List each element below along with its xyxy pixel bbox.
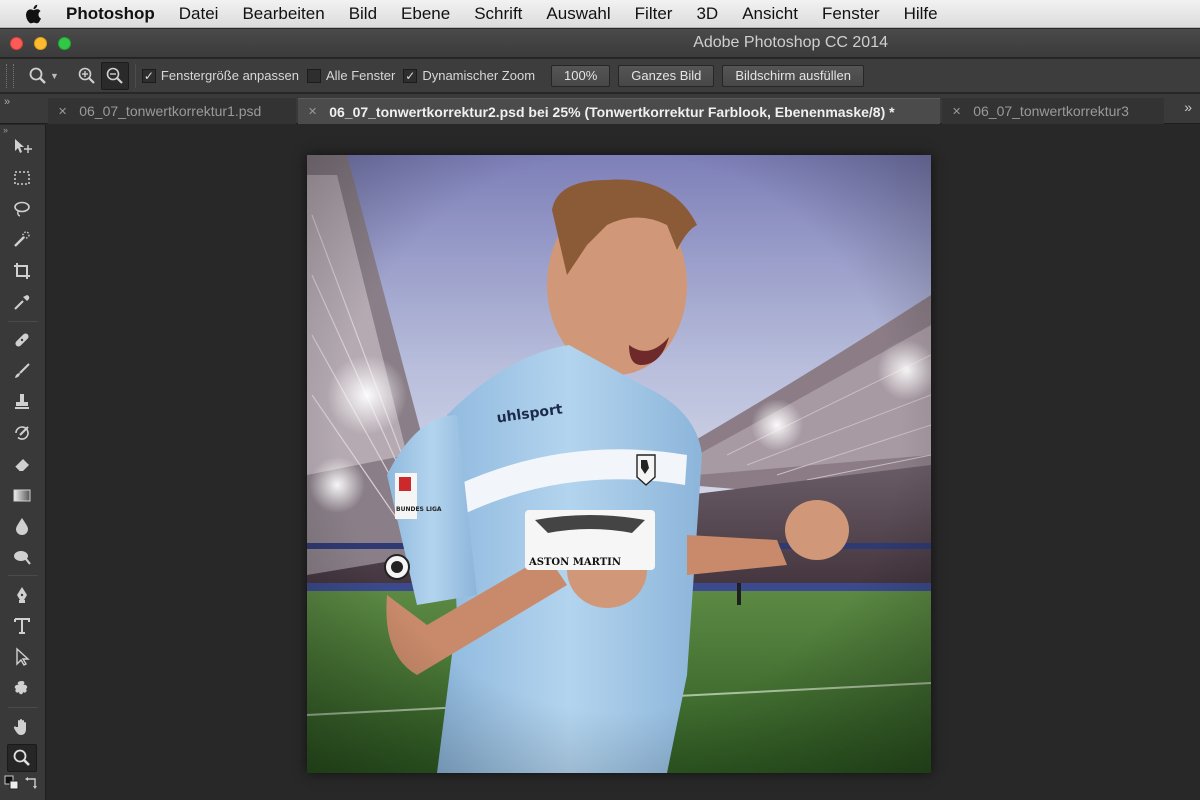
crop-tool-icon[interactable]	[7, 257, 37, 285]
tab-close-icon[interactable]: ✕	[58, 105, 67, 118]
pen-tool-icon[interactable]	[7, 581, 37, 609]
move-tool-icon[interactable]	[7, 133, 37, 161]
all-windows-label: Alle Fenster	[325, 68, 396, 83]
swap-colors-icon[interactable]	[22, 773, 42, 793]
tool-preset-chevron-down-icon[interactable]: ▼	[50, 71, 59, 81]
tool-options-bar: ▼ ✓ Fenstergröße anpassen Alle Fenster ✓…	[0, 59, 1200, 93]
panel-collapse-icon[interactable]: »	[4, 96, 10, 108]
menu-datei[interactable]: Datei	[179, 4, 219, 24]
tools-separator	[8, 575, 38, 576]
menu-bearbeiten[interactable]: Bearbeiten	[242, 4, 324, 24]
rectangular-marquee-tool-icon[interactable]	[7, 164, 37, 192]
document-canvas[interactable]: uhlsport ASTON MARTIN BUNDES LIGA	[307, 155, 931, 773]
lasso-tool-icon[interactable]	[7, 195, 37, 223]
window-zoom-button[interactable]	[58, 37, 71, 50]
all-windows-checkbox[interactable]: Alle Fenster	[306, 68, 396, 83]
default-colors-icon[interactable]	[2, 773, 22, 793]
options-bar-grip[interactable]	[6, 63, 14, 88]
spot-healing-brush-tool-icon[interactable]	[7, 326, 37, 354]
stadium-photo: uhlsport ASTON MARTIN BUNDES LIGA	[307, 155, 931, 773]
tab-close-icon[interactable]: ✕	[952, 105, 961, 118]
tools-separator	[8, 707, 38, 708]
gradient-tool-icon[interactable]	[7, 481, 37, 509]
hand-tool-icon[interactable]	[7, 713, 37, 741]
menu-auswahl[interactable]: Auswahl	[546, 4, 610, 24]
tabs-overflow-icon[interactable]: »	[1184, 99, 1192, 115]
zoom-tool-icon[interactable]	[7, 744, 37, 772]
scrubby-zoom-checkbox[interactable]: ✓ Dynamischer Zoom	[403, 68, 535, 83]
custom-shape-tool-icon[interactable]	[7, 674, 37, 702]
menu-filter[interactable]: Filter	[635, 4, 673, 24]
zoom-100-button[interactable]: 100%	[551, 64, 611, 87]
tab-label: 06_07_tonwertkorrektur1.psd	[79, 103, 262, 119]
window-minimize-button[interactable]	[34, 37, 47, 50]
dodge-tool-icon[interactable]	[7, 543, 37, 571]
sleeve-badge-text: BUNDES LIGA	[396, 506, 442, 513]
window-titlebar: Adobe Photoshop CC 2014	[0, 29, 1200, 58]
tab-document-1[interactable]: ✕ 06_07_tonwertkorrektur1.psd	[48, 98, 296, 124]
path-selection-tool-icon[interactable]	[7, 643, 37, 671]
eraser-tool-icon[interactable]	[7, 450, 37, 478]
quick-selection-tool-icon[interactable]	[7, 226, 37, 254]
type-tool-icon[interactable]	[7, 612, 37, 640]
blur-tool-icon[interactable]	[7, 512, 37, 540]
scrubby-zoom-label: Dynamischer Zoom	[422, 68, 536, 83]
fit-screen-button[interactable]: Ganzes Bild	[618, 64, 715, 87]
history-brush-tool-icon[interactable]	[7, 419, 37, 447]
options-separator	[134, 63, 136, 88]
tools-separator	[8, 321, 38, 322]
jersey-sponsor-text: ASTON MARTIN	[528, 557, 621, 568]
tab-document-3[interactable]: ✕ 06_07_tonwertkorrektur3	[942, 98, 1164, 124]
fit-window-label: Fenstergröße anpassen	[160, 68, 299, 83]
apple-menu-icon[interactable]	[22, 3, 44, 25]
scrubby-zoom-checkmark-icon[interactable]: ✓	[403, 68, 418, 83]
window-title: Adobe Photoshop CC 2014	[693, 34, 888, 51]
brush-tool-icon[interactable]	[7, 357, 37, 385]
tab-close-icon[interactable]: ✕	[308, 105, 317, 118]
zoom-tool-preset-icon[interactable]	[24, 62, 52, 90]
menu-app-photoshop[interactable]: Photoshop	[66, 4, 155, 24]
macos-menubar: Photoshop Datei Bearbeiten Bild Ebene Sc…	[0, 0, 1200, 28]
eyedropper-tool-icon[interactable]	[7, 288, 37, 316]
fill-screen-button[interactable]: Bildschirm ausfüllen	[722, 64, 864, 87]
menu-schrift[interactable]: Schrift	[474, 4, 522, 24]
menu-ebene[interactable]: Ebene	[401, 4, 450, 24]
window-close-button[interactable]	[10, 37, 23, 50]
document-workspace[interactable]: uhlsport ASTON MARTIN BUNDES LIGA	[47, 125, 1200, 800]
menu-ansicht[interactable]: Ansicht	[742, 4, 798, 24]
menu-fenster[interactable]: Fenster	[822, 4, 880, 24]
tools-panel: »	[0, 125, 46, 800]
fit-window-checkmark-icon[interactable]: ✓	[141, 68, 156, 83]
clone-stamp-tool-icon[interactable]	[7, 388, 37, 416]
zoom-in-icon[interactable]	[73, 62, 101, 90]
zoom-out-icon[interactable]	[100, 61, 129, 90]
tab-document-2[interactable]: ✕ 06_07_tonwertkorrektur2.psd bei 25% (T…	[298, 98, 940, 124]
menu-bild[interactable]: Bild	[349, 4, 377, 24]
menu-hilfe[interactable]: Hilfe	[904, 4, 938, 24]
fit-window-checkbox[interactable]: ✓ Fenstergröße anpassen	[141, 68, 299, 83]
tab-label: 06_07_tonwertkorrektur2.psd bei 25% (Ton…	[329, 103, 895, 120]
menu-3d[interactable]: 3D	[696, 4, 718, 24]
document-tab-bar: » ✕ 06_07_tonwertkorrektur1.psd ✕ 06_07_…	[0, 94, 1200, 124]
all-windows-checkbox-box[interactable]	[306, 68, 321, 83]
tab-label: 06_07_tonwertkorrektur3	[973, 103, 1129, 119]
